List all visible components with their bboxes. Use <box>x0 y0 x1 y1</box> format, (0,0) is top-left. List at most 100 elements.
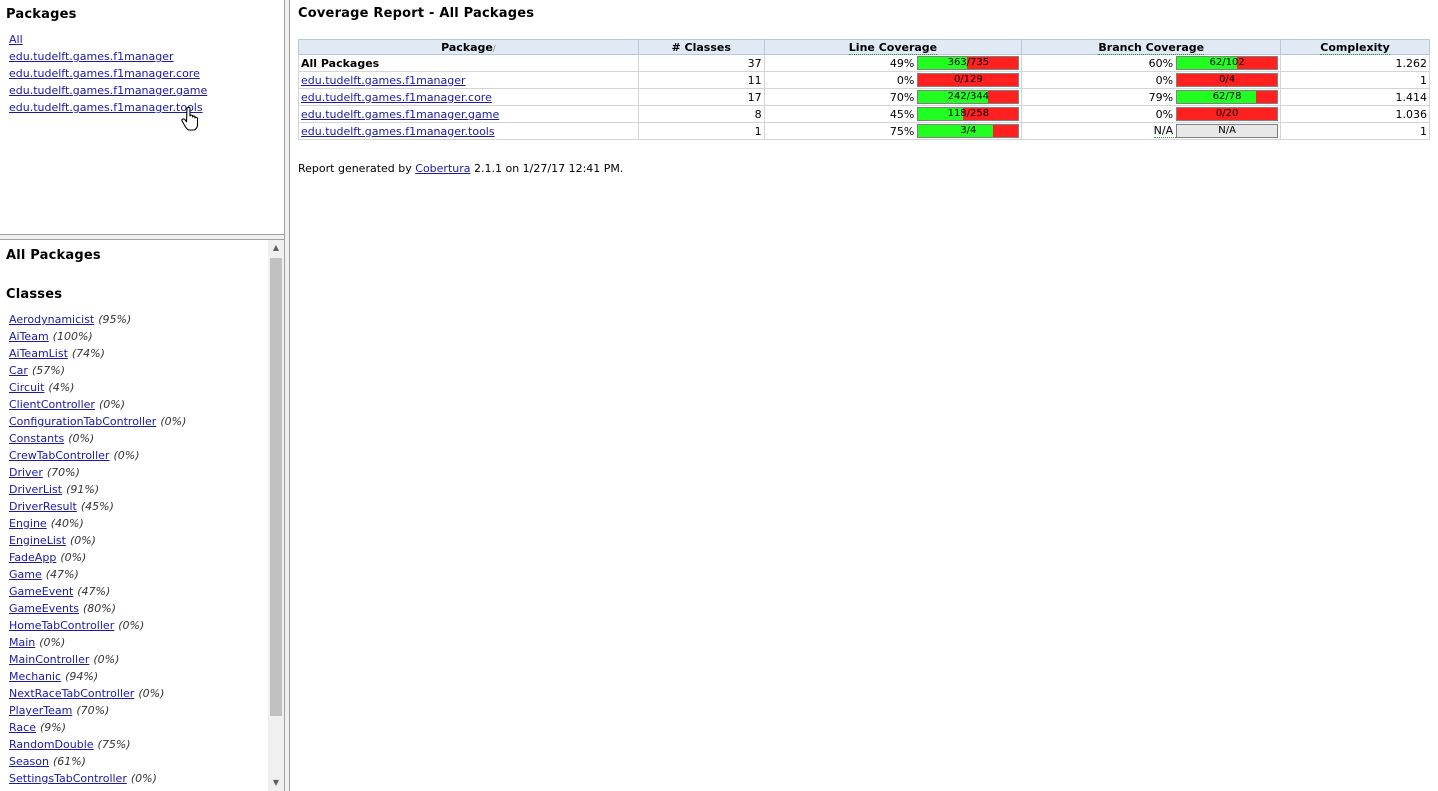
class-coverage-percent: (91%) <box>66 483 100 496</box>
footer-prefix: Report generated by <box>298 162 416 175</box>
class-coverage-percent: (0%) <box>118 619 145 632</box>
class-coverage-percent: (4%) <box>48 381 75 394</box>
line-coverage-cell: 45% 118/258 <box>763 105 1023 123</box>
class-coverage-percent: (0%) <box>160 415 187 428</box>
class-list-item: Mechanic (94%) <box>9 670 186 687</box>
class-list-item: Game (47%) <box>9 568 186 585</box>
column-header-complexity[interactable]: Complexity <box>1280 39 1430 55</box>
class-link[interactable]: GameEvent <box>9 585 73 598</box>
package-link-f1manager[interactable]: edu.tudelft.games.f1manager <box>9 50 174 63</box>
package-link-game[interactable]: edu.tudelft.games.f1manager.game <box>9 84 207 97</box>
column-header-classes[interactable]: # Classes <box>637 39 765 55</box>
line-coverage-percent: 49% <box>889 56 915 70</box>
class-link[interactable]: Game <box>9 568 42 581</box>
branch-coverage-bar-label: 62/78 <box>1212 91 1242 102</box>
class-link[interactable]: Main <box>9 636 35 649</box>
table-row: edu.tudelft.games.f1manager 11 0% 0/129 0% 0/… <box>298 71 1430 89</box>
class-link[interactable]: Season <box>9 755 49 768</box>
class-coverage-percent: (95%) <box>98 313 132 326</box>
class-coverage-percent: (94%) <box>65 670 99 683</box>
column-header-package[interactable]: Package/ <box>298 39 639 55</box>
class-link[interactable]: AiTeam <box>9 330 49 343</box>
package-link-tools[interactable]: edu.tudelft.games.f1manager.tools <box>9 101 203 114</box>
line-coverage-bar: 242/344 <box>917 90 1020 104</box>
page-title: Coverage Report - All Packages <box>298 6 535 21</box>
class-coverage-percent: (70%) <box>46 466 80 479</box>
class-link[interactable]: EngineList <box>9 534 66 547</box>
cobertura-link[interactable]: Cobertura <box>415 162 470 175</box>
branch-coverage-percent: 0% <box>1155 107 1174 121</box>
column-header-branch-coverage[interactable]: Branch Coverage <box>1021 39 1282 55</box>
class-link[interactable]: RandomDouble <box>9 738 94 751</box>
class-link[interactable]: Race <box>9 721 36 734</box>
package-link-all[interactable]: All <box>9 33 23 46</box>
classes-frame-package-title: All Packages <box>6 248 101 263</box>
package-name-link[interactable]: edu.tudelft.games.f1manager <box>301 74 466 87</box>
scroll-down-icon[interactable]: ▼ <box>268 775 284 791</box>
class-list-item: RandomDouble (75%) <box>9 738 186 755</box>
branch-coverage-bar-label: 0/20 <box>1215 108 1239 119</box>
sort-indicator-icon: / <box>492 43 496 53</box>
package-name-link[interactable]: edu.tudelft.games.f1manager.game <box>301 108 499 121</box>
table-row: edu.tudelft.games.f1manager.tools 1 75% 3/4… <box>298 122 1430 140</box>
package-link-core[interactable]: edu.tudelft.games.f1manager.core <box>9 67 200 80</box>
class-link[interactable]: Circuit <box>9 381 44 394</box>
branch-coverage-bar-label: N/A <box>1218 125 1236 136</box>
class-link[interactable]: ClientController <box>9 398 95 411</box>
class-link[interactable]: AiTeamList <box>9 347 68 360</box>
class-link[interactable]: PlayerTeam <box>9 704 72 717</box>
column-header-line-coverage[interactable]: Line Coverage <box>763 39 1023 55</box>
class-link[interactable]: Driver <box>9 466 43 479</box>
complexity-cell: 1.262 <box>1280 54 1430 72</box>
class-list-item: AiTeamList (74%) <box>9 347 186 364</box>
class-coverage-percent: (47%) <box>77 585 111 598</box>
class-link[interactable]: ConfigurationTabController <box>9 415 156 428</box>
class-list-item: Aerodynamicist (95%) <box>9 313 186 330</box>
branch-coverage-cell: 0% 0/4 <box>1021 71 1282 89</box>
complexity-cell: 1 <box>1280 71 1430 89</box>
hand-cursor-icon <box>181 106 199 131</box>
class-link[interactable]: Aerodynamicist <box>9 313 94 326</box>
class-link[interactable]: FadeApp <box>9 551 56 564</box>
package-name-cell: edu.tudelft.games.f1manager.game <box>298 105 639 123</box>
class-list-item: SettingsTabController (0%) <box>9 772 186 789</box>
class-link[interactable]: DriverResult <box>9 500 77 513</box>
table-row: edu.tudelft.games.f1manager.game 8 45% 118/… <box>298 105 1430 123</box>
class-link[interactable]: HomeTabController <box>9 619 114 632</box>
branch-coverage-cell: 79% 62/78 <box>1021 88 1282 106</box>
package-name-link[interactable]: edu.tudelft.games.f1manager.tools <box>301 125 495 138</box>
classes-scrollbar[interactable]: ▲ ▼ <box>268 240 284 791</box>
line-coverage-bar-label: 3/4 <box>960 125 977 136</box>
class-coverage-percent: (45%) <box>80 500 114 513</box>
class-link[interactable]: Mechanic <box>9 670 61 683</box>
class-list-item: DriverResult (45%) <box>9 500 186 517</box>
class-link[interactable]: MainController <box>9 653 89 666</box>
class-link[interactable]: Constants <box>9 432 64 445</box>
scroll-up-icon[interactable]: ▲ <box>268 240 284 256</box>
table-header-row: Package/ # Classes Line Coverage Branch … <box>298 39 1430 55</box>
class-list-item: Season (61%) <box>9 755 186 772</box>
class-link[interactable]: Engine <box>9 517 47 530</box>
class-list-item: ConfigurationTabController (0%) <box>9 415 186 432</box>
packages-title: Packages <box>6 7 77 22</box>
class-link[interactable]: SettingsTabController <box>9 772 127 785</box>
class-link[interactable]: CrewTabController <box>9 449 109 462</box>
class-list-item: Engine (40%) <box>9 517 186 534</box>
package-list-item: edu.tudelft.games.f1manager <box>9 49 207 66</box>
branch-coverage-bar: 0/4 <box>1176 73 1279 87</box>
scroll-thumb[interactable] <box>270 258 282 716</box>
line-coverage-bar-label: 0/129 <box>953 74 983 85</box>
class-link[interactable]: GameEvents <box>9 602 79 615</box>
class-link[interactable]: DriverList <box>9 483 62 496</box>
line-coverage-percent: 70% <box>889 90 915 104</box>
package-name-link[interactable]: edu.tudelft.games.f1manager.core <box>301 91 492 104</box>
package-list-item: edu.tudelft.games.f1manager.core <box>9 66 207 83</box>
line-coverage-header-label: Line Coverage <box>848 40 938 55</box>
class-list-item: DriverList (91%) <box>9 483 186 500</box>
class-coverage-percent: (47%) <box>45 568 79 581</box>
class-list-item: AiTeam (100%) <box>9 330 186 347</box>
line-coverage-percent: 45% <box>889 107 915 121</box>
branch-coverage-cell: 0% 0/20 <box>1021 105 1282 123</box>
class-link[interactable]: Car <box>9 364 28 377</box>
class-link[interactable]: NextRaceTabController <box>9 687 134 700</box>
